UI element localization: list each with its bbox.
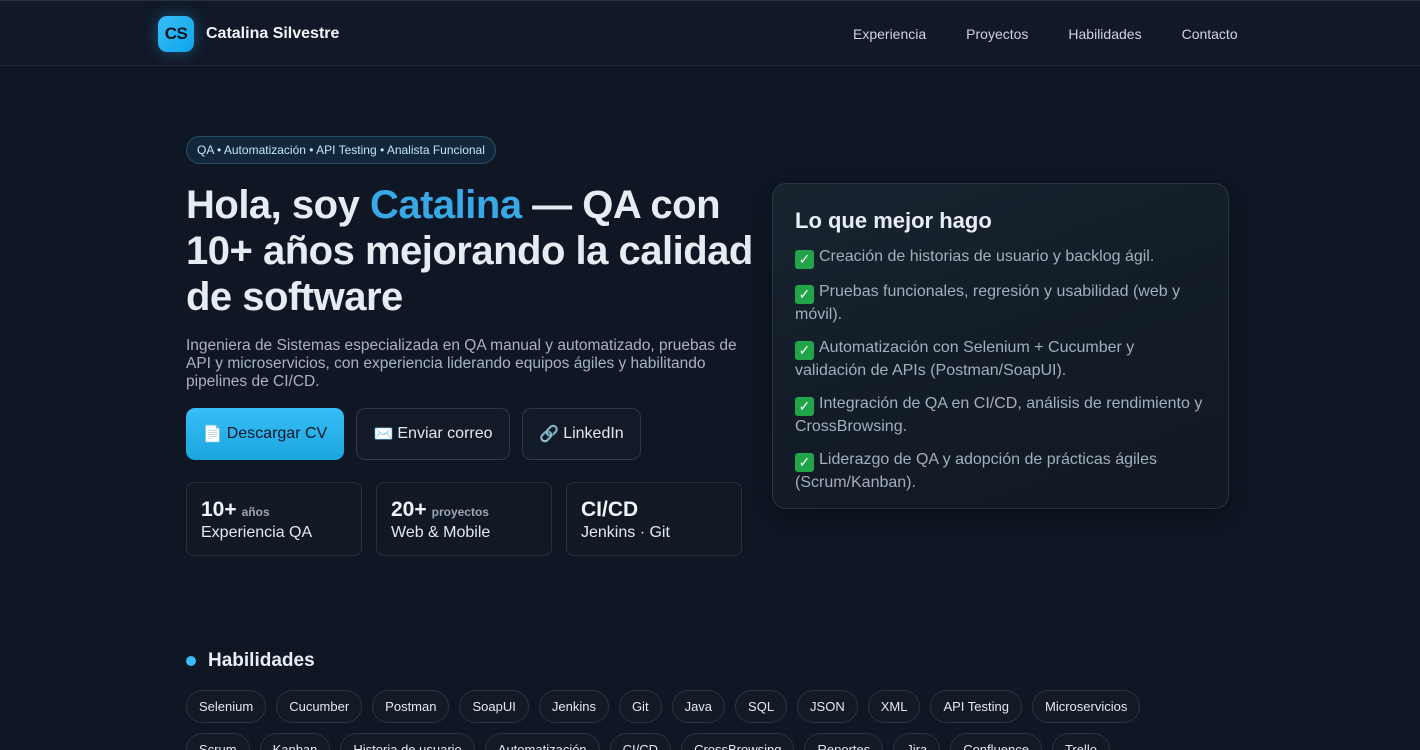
skill-chip: XML <box>867 690 921 723</box>
skill-chip: Microservicios <box>1031 690 1141 723</box>
nav-link-proyectos[interactable]: Proyectos <box>966 26 1028 42</box>
stat-card-cicd: CI/CD Jenkins · Git <box>566 482 742 556</box>
envelope-icon: ✉️ <box>373 426 394 443</box>
skill-chip: Kanban <box>259 733 331 750</box>
nav-link-contacto[interactable]: Contacto <box>1182 26 1238 42</box>
download-cv-button[interactable]: 📄 Descargar CV <box>186 408 344 460</box>
skill-chip: Git <box>618 690 662 723</box>
highlights-title: Lo que mejor hago <box>795 208 992 233</box>
checkmark-icon: ✓ <box>795 453 814 472</box>
send-email-button[interactable]: ✉️ Enviar correo <box>356 408 510 460</box>
skills-chip-list: Selenium Cucumber Postman SoapUI Jenkins Git J… <box>186 690 1186 750</box>
skill-chip: CrossBrowsing <box>681 733 795 750</box>
logo-icon: CS <box>158 16 194 52</box>
skill-chip: Automatización <box>484 733 600 750</box>
highlight-text: Liderazgo de QA y adopción de prácticas … <box>795 451 1157 491</box>
hero-title-name: Catalina <box>369 183 522 227</box>
skill-chip: Reportes <box>804 733 884 750</box>
skills-heading: Habilidades <box>186 650 315 672</box>
highlight-text: Pruebas funcionales, regresión y usabili… <box>795 283 1181 323</box>
skill-chip: Selenium <box>186 690 267 723</box>
stat-card-projects: 20+ proyectos Web & Mobile <box>376 482 552 556</box>
skill-chip: CI/CD <box>609 733 672 750</box>
skill-chip: Trello <box>1051 733 1110 750</box>
skill-chip: API Testing <box>930 690 1022 723</box>
checkmark-icon: ✓ <box>795 250 814 269</box>
stats-row: 10+ años Experiencia QA 20+ proyectos We… <box>186 482 742 556</box>
skill-chip: JSON <box>797 690 858 723</box>
highlight-text: Integración de QA en CI/CD, análisis de … <box>795 395 1203 435</box>
skill-chip: Jira <box>893 733 941 750</box>
link-icon: 🔗 <box>539 426 560 443</box>
brand[interactable]: CS Catalina Silvestre <box>158 16 339 52</box>
skill-chip: SoapUI <box>459 690 529 723</box>
skill-chip: SQL <box>735 690 788 723</box>
hero-title: Hola, soy Catalina — QA con 10+ años mej… <box>186 182 766 320</box>
nav-link-habilidades[interactable]: Habilidades <box>1068 26 1141 42</box>
hero-description: Ingeniera de Sistemas especializada en Q… <box>186 337 737 390</box>
highlight-item: ✓ Integración de QA en CI/CD, análisis de… <box>795 393 1206 437</box>
stat-value: 20+ <box>391 498 427 521</box>
role-tagline-badge: QA • Automatización • API Testing • Anal… <box>186 136 496 164</box>
skill-chip: Scrum <box>186 733 250 750</box>
stat-card-experience: 10+ años Experiencia QA <box>186 482 362 556</box>
stat-value: 10+ <box>201 498 237 521</box>
bullet-dot-icon <box>186 656 196 666</box>
send-email-label: Enviar correo <box>397 425 493 442</box>
checkmark-icon: ✓ <box>795 341 814 360</box>
linkedin-button[interactable]: 🔗 LinkedIn <box>522 408 641 460</box>
skill-chip: Historia de usuario <box>340 733 475 750</box>
hero-title-start: Hola, soy <box>186 183 370 227</box>
highlight-item: ✓ Pruebas funcionales, regresión y usabil… <box>795 281 1206 325</box>
stat-label: Jenkins · Git <box>581 524 670 541</box>
top-nav-bar: CS Catalina Silvestre Experiencia Proyec… <box>0 0 1420 66</box>
skill-chip: Postman <box>372 690 450 723</box>
stat-value: CI/CD <box>581 498 639 521</box>
linkedin-label: LinkedIn <box>563 425 624 442</box>
highlight-item: ✓ Liderazgo de QA y adopción de prácticas… <box>795 449 1206 493</box>
highlights-list: ✓ Creación de historias de usuario y back… <box>795 246 1206 493</box>
highlight-item: ✓ Automatización con Selenium + Cucumber … <box>795 337 1206 381</box>
skills-title: Habilidades <box>208 650 315 671</box>
checkmark-icon: ✓ <box>795 397 814 416</box>
skill-chip: Confluence <box>950 733 1042 750</box>
skill-chip: Cucumber <box>276 690 363 723</box>
highlights-card: Lo que mejor hago ✓ Creación de historias… <box>772 183 1229 509</box>
nav-link-experiencia[interactable]: Experiencia <box>853 26 926 42</box>
document-icon: 📄 <box>202 426 223 443</box>
download-cv-label: Descargar CV <box>226 425 328 442</box>
highlight-item: ✓ Creación de historias de usuario y back… <box>795 246 1206 269</box>
highlight-text: Automatización con Selenium + Cucumber y… <box>795 339 1135 379</box>
stat-unit: años <box>241 505 270 519</box>
skill-chip: Jenkins <box>538 690 609 723</box>
stat-label: Web & Mobile <box>391 524 491 541</box>
stat-unit: proyectos <box>431 505 489 519</box>
main-nav: Experiencia Proyectos Habilidades Contac… <box>853 26 1238 42</box>
brand-name: Catalina Silvestre <box>206 25 340 42</box>
skill-chip: Java <box>671 690 726 723</box>
checkmark-icon: ✓ <box>795 285 814 304</box>
highlight-text: Creación de historias de usuario y backl… <box>819 248 1155 265</box>
hero-actions: 📄 Descargar CV ✉️ Enviar correo 🔗 Linked… <box>186 408 653 460</box>
stat-label: Experiencia QA <box>201 524 313 541</box>
